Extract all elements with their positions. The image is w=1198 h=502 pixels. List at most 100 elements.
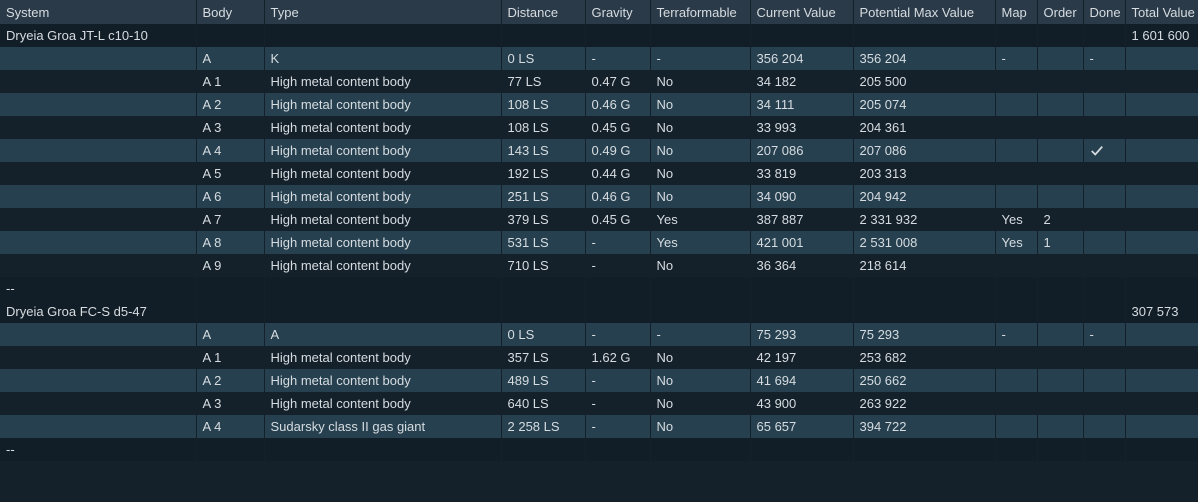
body-row[interactable]: A 6High metal content body251 LS0.46 GNo… (0, 185, 1198, 208)
col-header-distance[interactable]: Distance (501, 0, 585, 24)
col-header-potential-max-value[interactable]: Potential Max Value (853, 0, 995, 24)
cell-gravity: 0.45 G (585, 208, 650, 231)
cell-separator: -- (0, 438, 196, 461)
col-header-system[interactable]: System (0, 0, 196, 24)
cell-system (0, 185, 196, 208)
cell-current-value: 33 819 (750, 162, 853, 185)
cell-done (1083, 24, 1125, 47)
cell-gravity: - (585, 254, 650, 277)
separator-row: -- (0, 277, 1198, 300)
cell-current-value: 36 364 (750, 254, 853, 277)
cell-type: High metal content body (264, 231, 501, 254)
cell-order (1037, 93, 1083, 116)
cell-total-value (1125, 162, 1198, 185)
cell-empty (1083, 438, 1125, 461)
body-row[interactable]: A 3High metal content body108 LS0.45 GNo… (0, 116, 1198, 139)
body-row[interactable]: AK0 LS--356 204356 204-- (0, 47, 1198, 70)
col-header-gravity[interactable]: Gravity (585, 0, 650, 24)
cell-done (1083, 93, 1125, 116)
cell-type: K (264, 47, 501, 70)
col-header-order[interactable]: Order (1037, 0, 1083, 24)
cell-empty (995, 438, 1037, 461)
col-header-body[interactable]: Body (196, 0, 264, 24)
body-row[interactable]: A 2High metal content body489 LS-No41 69… (0, 369, 1198, 392)
cell-potential-max-value: 2 331 932 (853, 208, 995, 231)
cell-body: A (196, 323, 264, 346)
cell-body: A 6 (196, 185, 264, 208)
cell-gravity (585, 300, 650, 323)
cell-gravity: - (585, 231, 650, 254)
cell-body: A 4 (196, 415, 264, 438)
cell-system (0, 392, 196, 415)
cell-total-value (1125, 139, 1198, 162)
cell-terraformable: No (650, 415, 750, 438)
cell-empty (853, 277, 995, 300)
body-row[interactable]: A 2High metal content body108 LS0.46 GNo… (0, 93, 1198, 116)
body-row[interactable]: A 8High metal content body531 LS-Yes421 … (0, 231, 1198, 254)
cell-potential-max-value: 394 722 (853, 415, 995, 438)
body-row[interactable]: AA0 LS--75 29375 293-- (0, 323, 1198, 346)
body-row[interactable]: A 1High metal content body77 LS0.47 GNo3… (0, 70, 1198, 93)
cell-order (1037, 300, 1083, 323)
cell-type: High metal content body (264, 93, 501, 116)
cell-total-value (1125, 185, 1198, 208)
cell-potential-max-value: 75 293 (853, 323, 995, 346)
cell-type (264, 300, 501, 323)
cell-empty (1083, 277, 1125, 300)
body-row[interactable]: A 4High metal content body143 LS0.49 GNo… (0, 139, 1198, 162)
body-row[interactable]: A 4Sudarsky class II gas giant2 258 LS-N… (0, 415, 1198, 438)
cell-map: - (995, 47, 1037, 70)
cell-potential-max-value (853, 24, 995, 47)
cell-system: Dryeia Groa FC-S d5-47 (0, 300, 196, 323)
cell-system (0, 116, 196, 139)
cell-total-value (1125, 116, 1198, 139)
cell-total-value (1125, 323, 1198, 346)
col-header-type[interactable]: Type (264, 0, 501, 24)
cell-map (995, 24, 1037, 47)
cell-map (995, 162, 1037, 185)
cell-potential-max-value: 263 922 (853, 392, 995, 415)
cell-current-value: 356 204 (750, 47, 853, 70)
col-header-map[interactable]: Map (995, 0, 1037, 24)
cell-gravity: 1.62 G (585, 346, 650, 369)
cell-distance (501, 24, 585, 47)
cell-done (1083, 185, 1125, 208)
body-row[interactable]: A 7High metal content body379 LS0.45 GYe… (0, 208, 1198, 231)
body-row[interactable]: A 9High metal content body710 LS-No36 36… (0, 254, 1198, 277)
cell-potential-max-value (853, 300, 995, 323)
cell-body: A 2 (196, 369, 264, 392)
cell-current-value: 34 090 (750, 185, 853, 208)
cell-distance: 710 LS (501, 254, 585, 277)
cell-total-value (1125, 47, 1198, 70)
cell-order (1037, 116, 1083, 139)
cell-empty (501, 438, 585, 461)
cell-current-value: 387 887 (750, 208, 853, 231)
cell-system (0, 323, 196, 346)
cell-total-value (1125, 415, 1198, 438)
cell-body: A 3 (196, 392, 264, 415)
col-header-terraformable[interactable]: Terraformable (650, 0, 750, 24)
cell-distance: 251 LS (501, 185, 585, 208)
cell-gravity: 0.46 G (585, 93, 650, 116)
cell-current-value: 41 694 (750, 369, 853, 392)
system-row[interactable]: Dryeia Groa FC-S d5-47307 573 (0, 300, 1198, 323)
cell-total-value (1125, 231, 1198, 254)
cell-map: - (995, 323, 1037, 346)
cell-terraformable: No (650, 346, 750, 369)
body-row[interactable]: A 3High metal content body640 LS-No43 90… (0, 392, 1198, 415)
body-row[interactable]: A 1High metal content body357 LS1.62 GNo… (0, 346, 1198, 369)
cell-empty (650, 277, 750, 300)
cell-type: High metal content body (264, 70, 501, 93)
system-row[interactable]: Dryeia Groa JT-L c10-101 601 600 (0, 24, 1198, 47)
cell-system: Dryeia Groa JT-L c10-10 (0, 24, 196, 47)
cell-terraformable (650, 300, 750, 323)
cell-gravity: - (585, 415, 650, 438)
cell-distance: 108 LS (501, 116, 585, 139)
col-header-total-value[interactable]: Total Value (1125, 0, 1198, 24)
col-header-current-value[interactable]: Current Value (750, 0, 853, 24)
cell-current-value: 34 182 (750, 70, 853, 93)
col-header-done[interactable]: Done (1083, 0, 1125, 24)
cell-order (1037, 415, 1083, 438)
body-row[interactable]: A 5High metal content body192 LS0.44 GNo… (0, 162, 1198, 185)
cell-total-value (1125, 392, 1198, 415)
